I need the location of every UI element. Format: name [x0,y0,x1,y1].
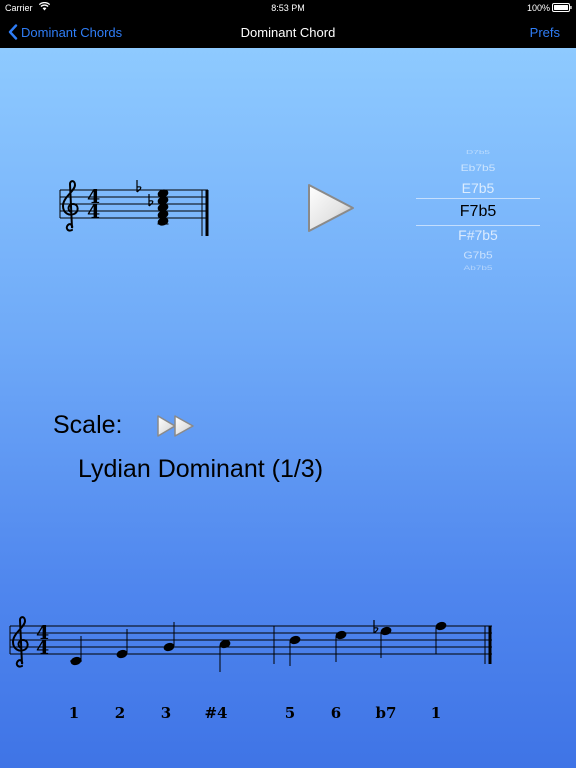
scale-degree: 6 [330,704,342,722]
chord-picker[interactable]: D7b5 Eb7b5 E7b5 F7b5 F#7b5 G7b5 Ab7b5 [416,142,540,278]
scale-degree: 2 [114,704,126,722]
picker-item[interactable]: F#7b5 [416,227,540,243]
battery-icon [552,3,572,12]
scale-degree: b7 [375,704,397,722]
scale-notes [70,621,447,672]
time-signature-bottom: 4 [36,637,49,659]
status-time: 8:53 PM [271,3,305,13]
picker-selection-line-top [416,198,540,199]
treble-clef-icon [61,180,79,232]
chord-staff: 4 4 [59,180,209,236]
fast-forward-icon [157,415,194,437]
play-button[interactable] [306,181,356,235]
scale-degree: 1 [430,704,442,722]
time-signature-bottom: 4 [87,201,100,223]
status-bar: Carrier 8:53 PM 100% [0,0,576,16]
scale-degree: 5 [284,704,296,722]
staff-lines [10,625,492,655]
picker-item-selected[interactable]: F7b5 [416,203,540,221]
picker-item[interactable]: E7b5 [416,180,540,196]
picker-item[interactable]: Ab7b5 [416,265,540,272]
back-button-label: Dominant Chords [21,24,123,40]
treble-clef-icon [11,616,29,668]
prefs-button[interactable]: Prefs [530,25,560,40]
scale-name: Lydian Dominant (1/3) [78,455,324,483]
scale-staff: 4 4 [9,616,492,672]
scale-degree: 3 [160,704,172,722]
picker-selection-line-bottom [416,225,540,226]
back-button[interactable]: Dominant Chords [8,23,122,41]
chevron-left-icon [8,24,18,40]
play-icon [308,184,354,232]
scale-degree: 1 [68,704,80,722]
navigation-bar: Dominant Chords Dominant Chord Prefs [0,16,576,48]
fast-forward-button[interactable] [156,413,196,439]
staff-lines [60,189,208,219]
battery-percent: 100% [526,3,550,13]
picker-item[interactable]: D7b5 [416,149,540,155]
scale-degree: #4 [204,704,228,722]
picker-item[interactable]: G7b5 [416,249,540,261]
scale-label: Scale: [53,411,123,439]
chord-notes [157,189,169,226]
picker-item[interactable]: Eb7b5 [416,163,540,174]
